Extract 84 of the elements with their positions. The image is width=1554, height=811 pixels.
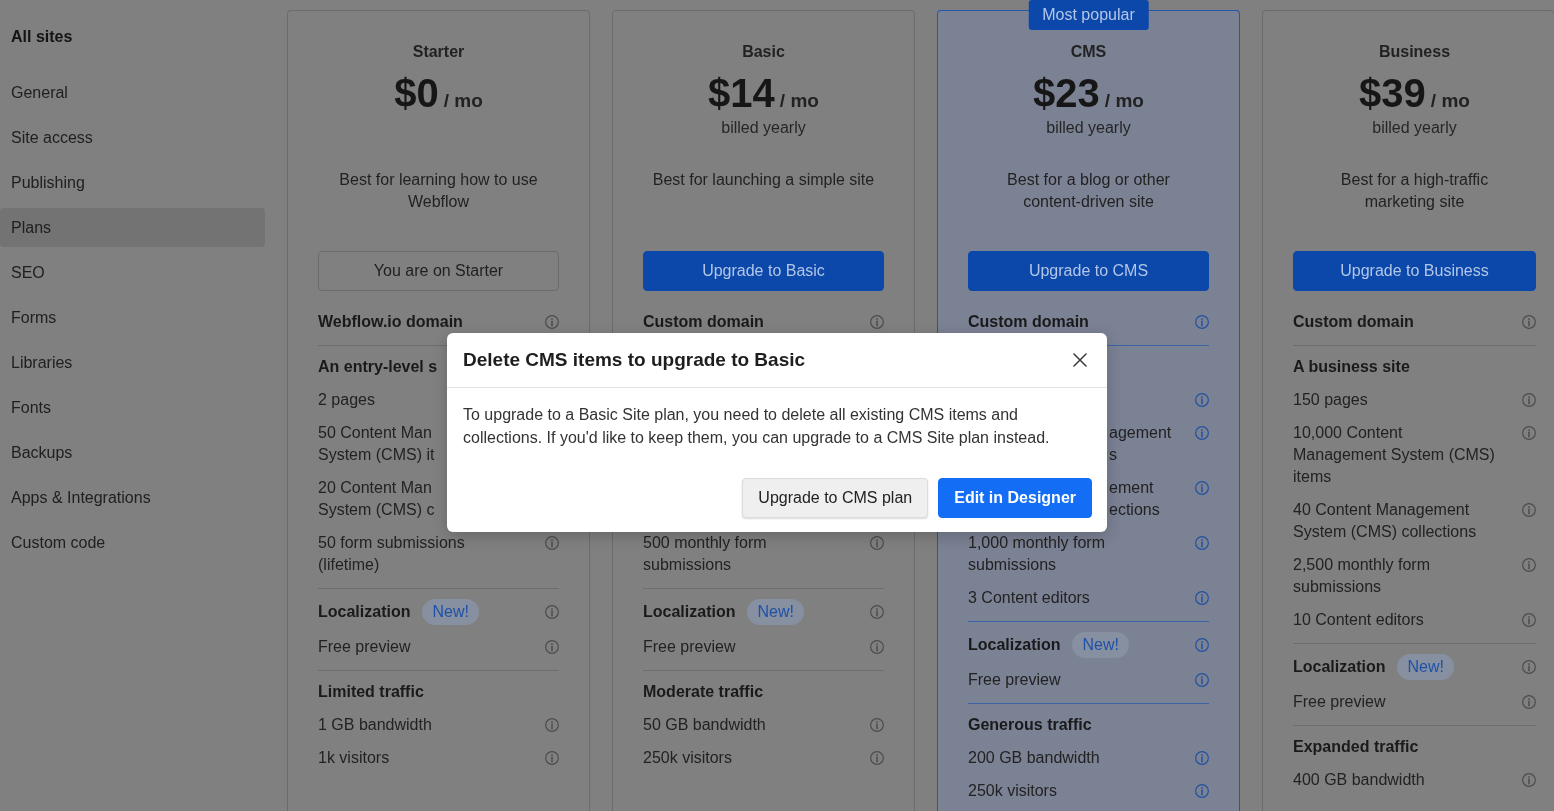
feature-text: 50 Content Man System (CMS) it [318,423,435,465]
current-plan-button[interactable]: You are on Starter [318,251,559,291]
new-tag: New! [747,599,804,625]
feature-text: 1k visitors [318,748,390,768]
sidebar-item[interactable]: Publishing [0,163,265,202]
feature-heading: Webflow.io domain [318,312,463,332]
plan-name: Starter [411,42,466,62]
primary-button[interactable]: Edit in Designer [938,478,1092,518]
new-tag: New! [1072,632,1129,658]
feature-text: 200 GB bandwidth [968,748,1100,768]
secondary-button[interactable]: Upgrade to CMS plan [742,478,929,518]
dialog-title: Delete CMS items to upgrade to Basic [463,348,806,372]
feature-text: Free preview [1293,692,1386,712]
feature-text: 40 Content Management System (CMS) collections [1293,500,1478,542]
billing-note: billed yearly [1046,119,1131,136]
feature-text: agement s [1109,423,1172,465]
sidebar-item[interactable]: Custom code [0,523,265,562]
feature-text: 1 GB bandwidth [318,715,432,735]
sidebar-item[interactable]: Libraries [0,343,265,382]
feature-text: 250k visitors [643,748,732,768]
plan-description: Best for launching a simple site [652,171,875,188]
feature-heading: An entry-level s [318,357,438,377]
plan-price: $0 [394,70,439,117]
price-period: / mo [779,89,819,113]
sidebar-item[interactable]: SEO [0,253,265,292]
feature-text: ement ections [1109,478,1160,520]
feature-text: 20 Content Man System (CMS) c [318,478,435,520]
feature-text: Free preview [643,637,736,657]
feature-heading: Localization [643,602,736,622]
feature-text: 1,000 monthly form submissions [968,533,1106,575]
sidebar-item[interactable]: Apps & Integrations [0,478,265,517]
feature-text: 10,000 Content Management System (CMS) items [1293,423,1496,487]
feature-heading: Custom domain [968,312,1089,332]
plan-price: $23 [1033,70,1100,117]
upgrade-button[interactable]: Upgrade to Business [1293,251,1536,291]
dialog-message: To upgrade to a Basic Site plan, you need to delete all existing CMS items and collections. If you'd like to keep them, you can upgrade to a CMS Site plan instead. [463,405,1051,448]
close-icon [1073,353,1087,367]
plan-description: Best for a high-traffic marketing site [1340,171,1489,210]
price-period: / mo [443,89,483,113]
feature-text: Free preview [318,637,411,657]
sidebar-item[interactable]: General [0,73,265,112]
feature-heading: Expanded traffic [1293,737,1419,757]
feature-text: 50 GB bandwidth [643,715,766,735]
feature-text: 400 GB bandwidth [1293,770,1425,790]
feature-text: 2 pages [318,390,375,410]
back-link[interactable]: All sites [0,26,84,48]
feature-text: 2,500 monthly form submissions [1293,555,1431,597]
feature-heading: Limited traffic [318,682,424,702]
billing-note: billed yearly [721,119,806,136]
feature-heading: Moderate traffic [643,682,764,702]
price-period: / mo [1104,89,1144,113]
plan-description: Best for learning how to use Webflow [339,171,538,210]
billing-note: billed yearly [1372,119,1457,136]
plan-name: CMS [1069,42,1108,62]
feature-text: 10 Content editors [1293,610,1424,630]
plan-price: $14 [708,70,775,117]
feature-text: 150 pages [1293,390,1368,410]
sidebar-item[interactable]: Backups [0,433,265,472]
new-tag: New! [422,599,479,625]
most-popular-tag: Most popular [1028,0,1149,30]
upgrade-button[interactable]: Upgrade to Basic [643,251,884,291]
plan-name: Basic [741,42,786,62]
feature-heading: Custom domain [1293,312,1414,332]
feature-heading: A business site [1293,357,1410,377]
feature-heading: Localization [968,635,1061,655]
feature-text: 250k visitors [968,781,1057,801]
sidebar-item[interactable]: Site access [0,118,265,157]
feature-heading: Generous traffic [968,715,1092,735]
sidebar-item[interactable]: Plans [0,208,265,247]
feature-heading: Localization [318,602,411,622]
feature-text: 3 Content editors [968,588,1090,608]
feature-heading: Localization [1293,657,1386,677]
upgrade-button[interactable]: Upgrade to CMS [968,251,1209,291]
plan-description: Best for a blog or other content-driven site [1007,171,1170,210]
feature-heading: Custom domain [643,312,764,332]
sidebar-item[interactable]: Forms [0,298,265,337]
price-period: / mo [1430,89,1470,113]
plan-price: $39 [1359,70,1426,117]
sidebar-item[interactable]: Fonts [0,388,265,427]
feature-text: 500 monthly form submissions [643,533,768,575]
plan-name: Business [1377,42,1452,62]
feature-text: 50 form submissions (lifetime) [318,533,466,575]
new-tag: New! [1397,654,1454,680]
feature-text: Free preview [968,670,1061,690]
